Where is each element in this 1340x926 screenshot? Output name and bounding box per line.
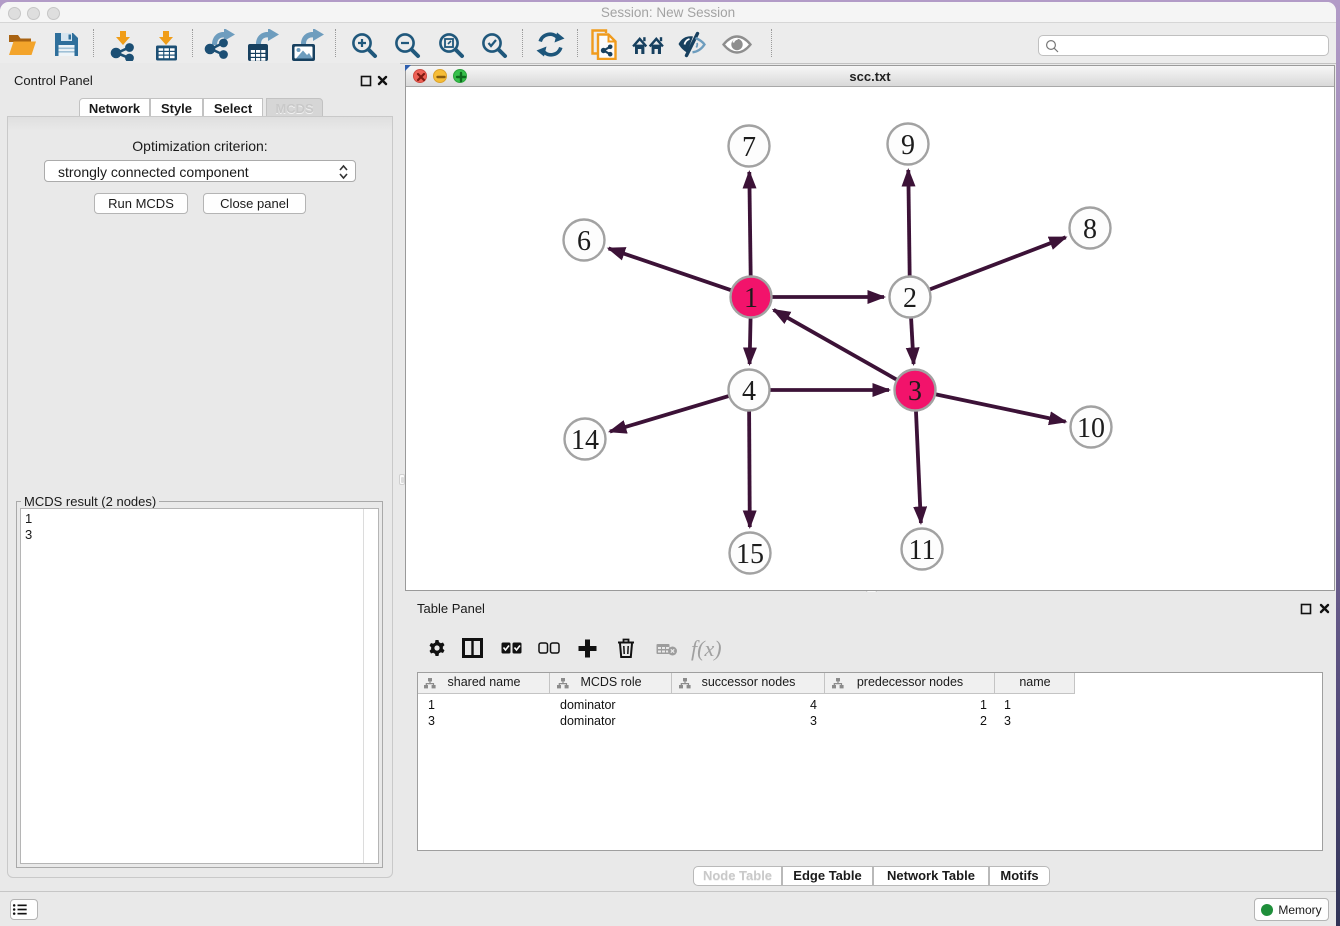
svg-text:14: 14 — [571, 425, 599, 456]
svg-text:1: 1 — [744, 283, 758, 314]
svg-text:15: 15 — [736, 539, 764, 570]
svg-text:3: 3 — [908, 376, 922, 407]
svg-text:6: 6 — [577, 226, 591, 257]
svg-text:4: 4 — [742, 376, 756, 407]
svg-text:11: 11 — [909, 535, 936, 566]
svg-text:10: 10 — [1077, 413, 1105, 444]
svg-text:8: 8 — [1083, 214, 1097, 245]
svg-text:9: 9 — [901, 130, 915, 161]
svg-text:7: 7 — [742, 132, 756, 163]
svg-text:2: 2 — [903, 283, 917, 314]
